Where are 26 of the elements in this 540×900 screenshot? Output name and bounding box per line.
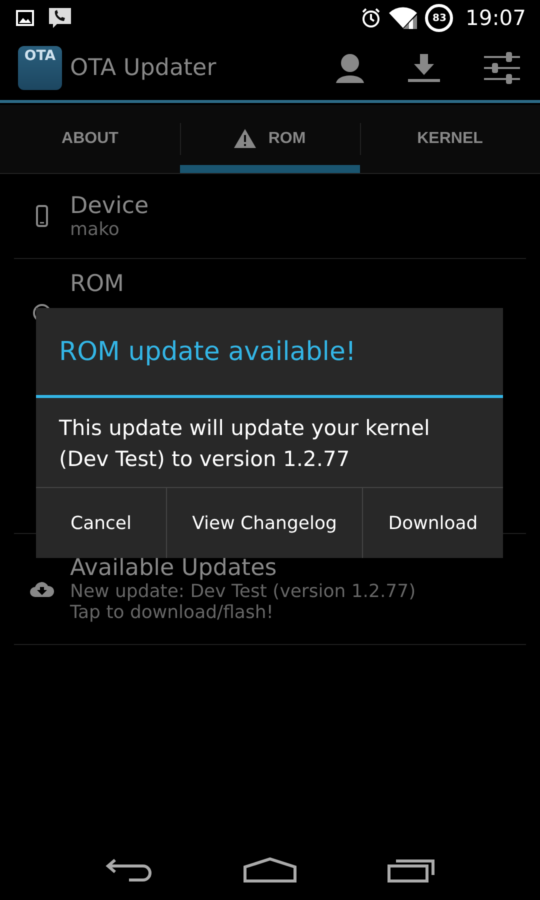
item-title: Available Updates [70, 555, 278, 581]
item-title: ROM [70, 271, 124, 297]
item-subtitle: mako [70, 218, 120, 240]
battery-level: 83 [425, 4, 454, 32]
download-icon[interactable] [408, 54, 440, 82]
person-icon[interactable] [336, 53, 364, 83]
tab[interactable]: KERNEL [360, 105, 540, 173]
phone-icon [36, 205, 48, 227]
image-icon [16, 10, 34, 26]
clock-time: 19:07 [465, 6, 526, 30]
tab[interactable]: ABOUT [0, 105, 180, 173]
recent-apps-icon[interactable] [387, 857, 435, 883]
wifi-icon [389, 7, 418, 29]
tab[interactable]: ROM [180, 105, 360, 173]
back-icon[interactable] [105, 857, 153, 883]
home-icon[interactable] [243, 857, 297, 883]
item-title: Device [70, 192, 149, 218]
cloud-download-icon [30, 581, 54, 597]
alarm-icon [361, 8, 382, 28]
item-subtitle: New update: Dev Test (version 1.2.77) [70, 581, 416, 602]
app-logo: OTA [18, 46, 62, 90]
app-title: OTA Updater [70, 55, 218, 81]
phone-message-icon [48, 7, 72, 29]
settings-icon[interactable] [484, 52, 520, 84]
dialog-title: ROM update available! [36, 308, 503, 398]
item-subtitle: Tap to download/flash! [70, 602, 274, 623]
